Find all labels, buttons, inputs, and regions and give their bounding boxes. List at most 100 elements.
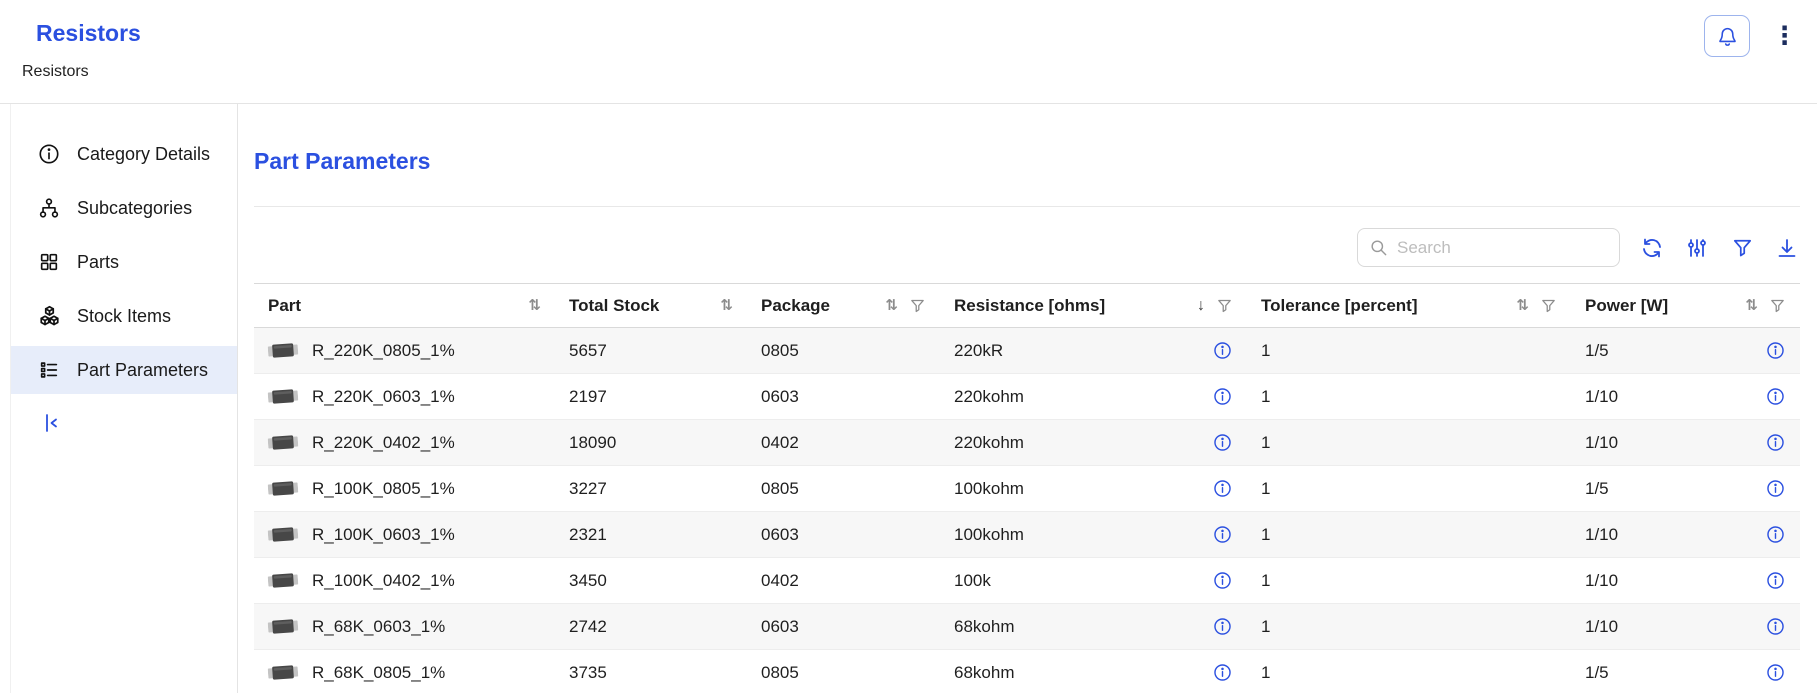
table-row[interactable]: R_100K_0805_1% 3227 0805 100kohm <box>254 466 1800 512</box>
search-input[interactable] <box>1397 238 1608 258</box>
part-thumbnail-icon <box>267 663 298 682</box>
power-value: 1/10 <box>1585 525 1618 545</box>
total-stock-value: 2197 <box>569 387 607 406</box>
power-info-icon[interactable] <box>1766 663 1786 683</box>
power-info-icon[interactable] <box>1766 617 1786 637</box>
part-thumbnail-icon <box>267 479 298 498</box>
resistance-value: 68kohm <box>954 617 1014 637</box>
tolerance-value: 1 <box>1261 479 1270 498</box>
sort-icon[interactable]: ⇅ <box>1745 298 1758 313</box>
resistance-info-icon[interactable] <box>1213 571 1233 591</box>
page-title: Resistors <box>36 20 1817 47</box>
table-header-row: Part ⇅ Total Stock ⇅ <box>254 284 1800 328</box>
table-toolbar <box>254 228 1800 267</box>
power-info-icon[interactable] <box>1766 387 1786 407</box>
part-name: R_220K_0805_1% <box>312 341 455 361</box>
resistance-info-icon[interactable] <box>1213 433 1233 453</box>
part-thumbnail-icon <box>267 433 298 452</box>
power-info-icon[interactable] <box>1766 433 1786 453</box>
sort-icon[interactable]: ⇅ <box>1516 298 1529 313</box>
resistance-info-icon[interactable] <box>1213 341 1233 361</box>
table-row[interactable]: R_220K_0402_1% 18090 0402 220kohm <box>254 420 1800 466</box>
part-thumbnail-icon <box>267 387 298 406</box>
sidebar-item-category-details[interactable]: Category Details <box>11 130 237 178</box>
power-info-icon[interactable] <box>1766 479 1786 499</box>
table-row[interactable]: R_100K_0402_1% 3450 0402 100k <box>254 558 1800 604</box>
column-header-package[interactable]: Package ⇅ <box>747 284 940 328</box>
collapse-sidebar-icon <box>39 411 63 435</box>
sidebar-item-label: Category Details <box>77 144 210 165</box>
hierarchy-icon <box>37 196 61 220</box>
part-name: R_220K_0402_1% <box>312 433 455 453</box>
power-info-icon[interactable] <box>1766 571 1786 591</box>
main-panel: Part Parameters <box>238 104 1817 693</box>
total-stock-value: 2321 <box>569 525 607 544</box>
resistance-info-icon[interactable] <box>1213 525 1233 545</box>
breadcrumb[interactable]: Resistors <box>22 63 89 81</box>
resistance-info-icon[interactable] <box>1213 617 1233 637</box>
tolerance-value: 1 <box>1261 387 1270 406</box>
column-label: Resistance [ohms] <box>954 296 1105 316</box>
parameter-list-icon <box>37 358 61 382</box>
refresh-button[interactable] <box>1639 235 1665 261</box>
sort-descending-icon[interactable]: ↓ <box>1197 298 1205 314</box>
boxes-icon <box>37 304 61 328</box>
sort-icon[interactable]: ⇅ <box>720 298 733 313</box>
column-header-power[interactable]: Power [W] ⇅ <box>1571 284 1800 328</box>
resistance-info-icon[interactable] <box>1213 663 1233 683</box>
table-row[interactable]: R_68K_0805_1% 3735 0805 68kohm <box>254 650 1800 693</box>
column-header-total-stock[interactable]: Total Stock ⇅ <box>555 284 747 328</box>
column-label: Power [W] <box>1585 296 1668 316</box>
power-value: 1/10 <box>1585 571 1618 591</box>
search-box <box>1357 228 1620 267</box>
column-header-resistance[interactable]: Resistance [ohms] ↓ <box>940 284 1247 328</box>
resistance-info-icon[interactable] <box>1213 479 1233 499</box>
column-filter-icon[interactable] <box>909 297 926 314</box>
sidebar-item-parts[interactable]: Parts <box>11 238 237 286</box>
tolerance-value: 1 <box>1261 571 1270 590</box>
refresh-icon <box>1640 236 1664 260</box>
part-name: R_100K_0603_1% <box>312 525 455 545</box>
column-filter-icon[interactable] <box>1216 297 1233 314</box>
power-value: 1/10 <box>1585 387 1618 407</box>
part-name: R_220K_0603_1% <box>312 387 455 407</box>
notifications-button[interactable] <box>1704 15 1750 57</box>
column-header-part[interactable]: Part ⇅ <box>254 284 555 328</box>
overflow-menu-icon[interactable]: ⋮ <box>1764 21 1805 51</box>
power-info-icon[interactable] <box>1766 525 1786 545</box>
package-value: 0805 <box>761 663 799 682</box>
filter-icon <box>1731 236 1754 259</box>
column-settings-button[interactable] <box>1684 235 1710 261</box>
sidebar-item-stock-items[interactable]: Stock Items <box>11 292 237 340</box>
sidebar-item-part-parameters[interactable]: Part Parameters <box>11 346 237 394</box>
filter-button[interactable] <box>1729 235 1755 261</box>
table-row[interactable]: R_68K_0603_1% 2742 0603 68kohm <box>254 604 1800 650</box>
column-filter-icon[interactable] <box>1540 297 1557 314</box>
resistance-info-icon[interactable] <box>1213 387 1233 407</box>
table-row[interactable]: R_220K_0805_1% 5657 0805 220kR <box>254 328 1800 374</box>
column-filter-icon[interactable] <box>1769 297 1786 314</box>
power-value: 1/5 <box>1585 663 1609 683</box>
total-stock-value: 3227 <box>569 479 607 498</box>
collapse-sidebar-button[interactable] <box>39 410 65 436</box>
sidebar-item-subcategories[interactable]: Subcategories <box>11 184 237 232</box>
table-row[interactable]: R_220K_0603_1% 2197 0603 220kohm <box>254 374 1800 420</box>
total-stock-value: 3450 <box>569 571 607 590</box>
content-area: Category Details Subcategories <box>10 104 1817 693</box>
download-button[interactable] <box>1774 235 1800 261</box>
tolerance-value: 1 <box>1261 663 1270 682</box>
resistance-value: 100kohm <box>954 525 1024 545</box>
table-row[interactable]: R_100K_0603_1% 2321 0603 100kohm <box>254 512 1800 558</box>
package-value: 0402 <box>761 571 799 590</box>
power-info-icon[interactable] <box>1766 341 1786 361</box>
sort-icon[interactable]: ⇅ <box>885 298 898 313</box>
sidebar-item-label: Subcategories <box>77 198 192 219</box>
total-stock-value: 2742 <box>569 617 607 636</box>
sort-icon[interactable]: ⇅ <box>528 298 541 313</box>
download-icon <box>1775 236 1799 260</box>
part-name: R_100K_0805_1% <box>312 479 455 499</box>
resistance-value: 100k <box>954 571 991 591</box>
column-header-tolerance[interactable]: Tolerance [percent] ⇅ <box>1247 284 1571 328</box>
total-stock-value: 3735 <box>569 663 607 682</box>
part-thumbnail-icon <box>267 525 298 544</box>
